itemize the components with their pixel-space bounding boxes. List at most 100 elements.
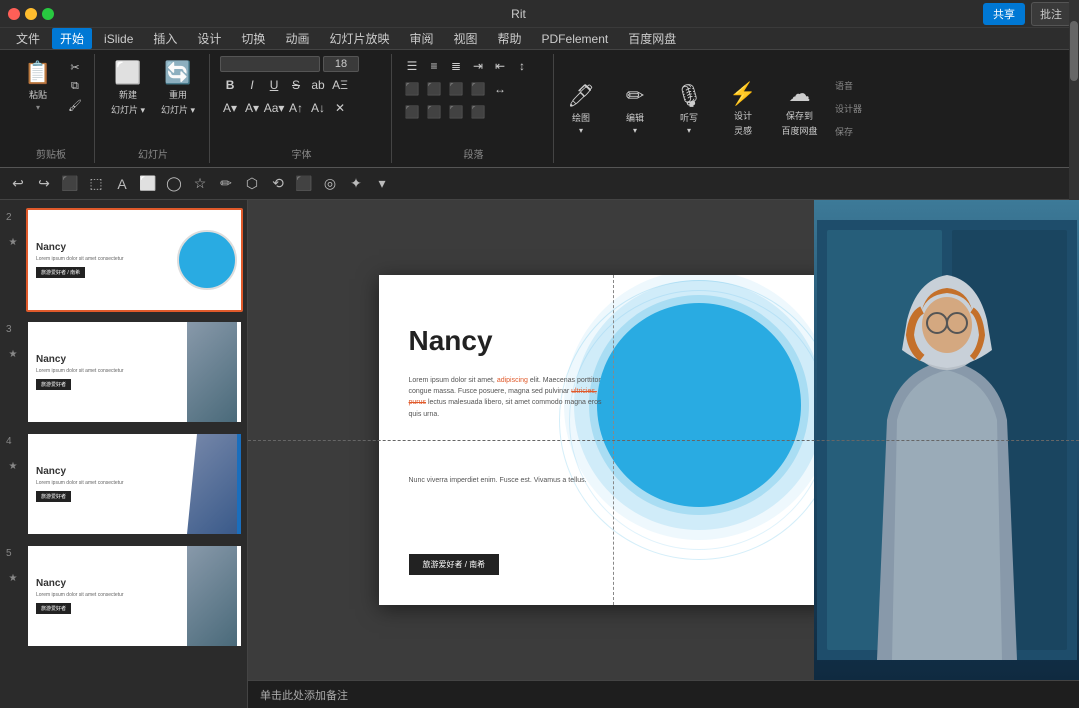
underline-button[interactable]: U: [264, 75, 284, 95]
italic-button[interactable]: I: [242, 75, 262, 95]
new-slide-button[interactable]: ⬜ 新建 幻灯片 ▾: [105, 56, 151, 120]
menu-animation[interactable]: 动画: [277, 28, 317, 49]
outdent-button[interactable]: ⇤: [490, 56, 510, 76]
ribbon-group-slide: ⬜ 新建 幻灯片 ▾ 🔄 重用 幻灯片 ▾ 幻灯片: [97, 54, 210, 163]
note-prompt[interactable]: 单击此处添加备注: [260, 687, 348, 703]
body-text-normal1: Lorem ipsum dolor sit amet,: [409, 377, 497, 384]
smart-art-button[interactable]: ⬛: [468, 102, 488, 122]
format-painter-button[interactable]: 🖌: [64, 97, 86, 114]
minimize-button[interactable]: [25, 8, 37, 20]
tb-layout-button[interactable]: ⬚: [86, 174, 106, 194]
multi-level-list-button[interactable]: ≣: [446, 56, 466, 76]
justify-button[interactable]: ⬛: [468, 79, 488, 99]
slide-panel: 2 ★ Nancy Lorem ipsum dolor sit amet con…: [0, 200, 248, 708]
indent-button[interactable]: ⇥: [468, 56, 488, 76]
menu-view[interactable]: 视图: [445, 28, 485, 49]
clipboard-buttons: 📋 粘贴 ▾ ✂ ⧉ 🖌: [16, 56, 86, 116]
thumb-cta-5: 旅游爱好者: [36, 603, 71, 614]
cut-button[interactable]: ✂: [64, 59, 86, 76]
menu-file[interactable]: 文件: [8, 28, 48, 49]
slide-cta-button[interactable]: 旅游爱好者 / 南希: [409, 554, 500, 575]
bullet-list-button[interactable]: ☰: [402, 56, 422, 76]
menu-slideshow[interactable]: 幻灯片放映: [321, 28, 397, 49]
menu-transition[interactable]: 切换: [233, 28, 273, 49]
tb-shapes-button[interactable]: ⬜: [138, 174, 158, 194]
slide-thumb-2[interactable]: Nancy Lorem ipsum dolor sit amet consect…: [26, 208, 243, 312]
col-spacing-button[interactable]: ↕: [512, 56, 532, 76]
tb-fill-button[interactable]: ⬛: [294, 174, 314, 194]
designer-group-label: 设计器: [835, 102, 862, 115]
designer-button[interactable]: ⚡ 设计 灵感: [718, 77, 768, 141]
main-area: 2 ★ Nancy Lorem ipsum dolor sit amet con…: [0, 200, 1079, 708]
comment-button[interactable]: 批注: [1031, 2, 1071, 26]
align-right-button[interactable]: ⬛: [446, 79, 466, 99]
undo-button[interactable]: ↩: [8, 174, 28, 194]
share-button[interactable]: 共享: [983, 3, 1025, 25]
align-left-button[interactable]: ⬛: [402, 79, 422, 99]
menu-baidu[interactable]: 百度网盘: [620, 28, 684, 49]
menu-design[interactable]: 设计: [189, 28, 229, 49]
text-shadow-button[interactable]: ab: [308, 75, 328, 95]
dictate-button[interactable]: 🎙 听写 ▾: [664, 79, 714, 139]
tb-more-button[interactable]: ▾: [372, 174, 392, 194]
save-cloud-button[interactable]: ☁ 保存到 百度网盘: [772, 77, 827, 141]
menu-review[interactable]: 审阅: [401, 28, 441, 49]
align-top-button[interactable]: ⬛: [402, 102, 422, 122]
tb-select-button[interactable]: ⬛: [60, 174, 80, 194]
copy-button[interactable]: ⧉: [64, 78, 86, 95]
thumb-photo-4: [187, 434, 237, 534]
menu-islide[interactable]: iSlide: [96, 30, 141, 48]
tb-sparkle-button[interactable]: ✦: [346, 174, 366, 194]
redo-button[interactable]: ↪: [34, 174, 54, 194]
maximize-button[interactable]: [42, 8, 54, 20]
font-name-input[interactable]: [220, 56, 320, 72]
tb-text-button[interactable]: A: [112, 174, 132, 194]
paste-button[interactable]: 📋 粘贴 ▾: [16, 56, 60, 116]
dictate-label: 听写: [680, 111, 698, 124]
align-middle-button[interactable]: ⬛: [424, 102, 444, 122]
font-color-button[interactable]: A▾: [242, 98, 262, 118]
main-slide[interactable]: Nancy Lorem ipsum dolor sit amet, adipis…: [379, 275, 829, 605]
slide-thumb-4[interactable]: Nancy Lorem ipsum dolor sit amet consect…: [26, 432, 243, 536]
save-group-label: 保存: [835, 125, 862, 138]
menu-home[interactable]: 开始: [52, 28, 92, 49]
title-bar-actions: 共享 批注: [983, 2, 1071, 26]
draw-label: 绘图: [572, 111, 590, 124]
thumb-photo-3: [187, 322, 237, 422]
slide-thumb-5[interactable]: Nancy Lorem ipsum dolor sit amet consect…: [26, 544, 243, 648]
align-bottom-button[interactable]: ⬛: [446, 102, 466, 122]
extra-align-row: ⬛ ⬛ ⬛ ⬛: [402, 102, 545, 122]
strikethrough-button[interactable]: S: [286, 75, 306, 95]
tb-rotate-button[interactable]: ⟲: [268, 174, 288, 194]
highlight-color-button[interactable]: A▾: [220, 98, 240, 118]
drawing-group-label: 语音: [835, 79, 862, 92]
edit-button[interactable]: ✏ 编辑 ▾: [610, 79, 660, 139]
thumb-cta-3: 旅游爱好者: [36, 379, 71, 390]
thumb-inner-4: Nancy Lorem ipsum dolor sit amet consect…: [28, 434, 241, 534]
text-dir-button[interactable]: ↔: [490, 79, 510, 99]
tb-pencil-button[interactable]: ✏: [216, 174, 236, 194]
tb-polygon-button[interactable]: ⬡: [242, 174, 262, 194]
draw-button[interactable]: 🖊 绘图 ▾: [556, 79, 606, 139]
font-size-up-button[interactable]: Aa▾: [264, 98, 284, 118]
numbered-list-button[interactable]: ≡: [424, 56, 444, 76]
reuse-slide-button[interactable]: 🔄 重用 幻灯片 ▾: [155, 56, 201, 120]
clear-format-button[interactable]: ✕: [330, 98, 350, 118]
align-center-button[interactable]: ⬛: [424, 79, 444, 99]
list-buttons-row: ☰ ≡ ≣ ⇥ ⇤ ↕: [402, 56, 545, 76]
tb-circle-button[interactable]: ◯: [164, 174, 184, 194]
menu-help[interactable]: 帮助: [490, 28, 530, 49]
increase-font-button[interactable]: A↑: [286, 98, 306, 118]
close-button[interactable]: [8, 8, 20, 20]
slide-thumb-3[interactable]: Nancy Lorem ipsum dolor sit amet consect…: [26, 320, 243, 424]
new-slide-label: 新建: [119, 88, 137, 101]
menu-insert[interactable]: 插入: [145, 28, 185, 49]
char-spacing-button[interactable]: AΞ: [330, 75, 350, 95]
tb-target-button[interactable]: ◎: [320, 174, 340, 194]
bold-button[interactable]: B: [220, 75, 240, 95]
decrease-font-button[interactable]: A↓: [308, 98, 328, 118]
cloud-save-icon: ☁: [789, 81, 811, 107]
menu-pdf[interactable]: PDFelement: [534, 30, 617, 48]
font-size-input[interactable]: [323, 56, 359, 72]
tb-star-button[interactable]: ☆: [190, 174, 210, 194]
